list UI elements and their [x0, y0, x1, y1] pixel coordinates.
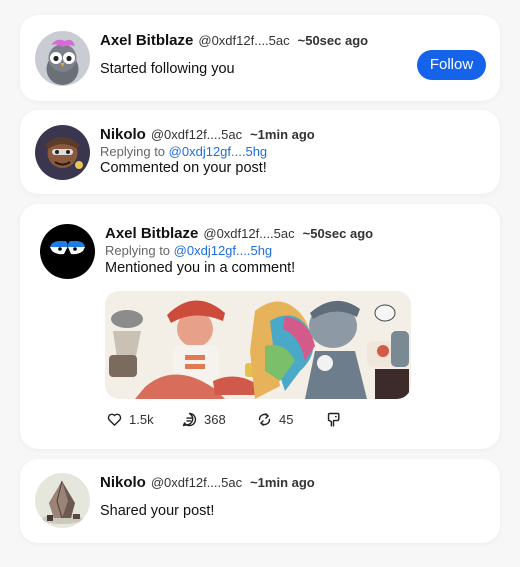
heart-icon	[107, 413, 122, 426]
follow-button[interactable]: Follow	[417, 50, 486, 80]
notification-card-follow[interactable]: Axel Bitblaze @0xdf12f....5ac ~50sec ago S…	[20, 15, 500, 101]
timestamp: ~1min ago	[250, 475, 315, 490]
timestamp: ~50sec ago	[302, 226, 374, 241]
notification-header: Nikolo @0xdf12f....5ac ~1min ago	[100, 475, 315, 491]
tip-icon	[327, 412, 340, 427]
like-button[interactable]: 1.5k	[106, 411, 154, 428]
notification-message: Started following you	[100, 61, 235, 77]
notification-header: Axel Bitblaze @0xdf12f....5ac ~50sec ago	[100, 33, 368, 49]
user-name[interactable]: Axel Bitblaze	[105, 225, 198, 242]
replying-to-label: Replying to	[100, 144, 166, 159]
user-name[interactable]: Axel Bitblaze	[100, 32, 193, 49]
notification-message: Commented on your post!	[100, 160, 267, 176]
replying-to: Replying to @0xdj12gf....5hg	[105, 244, 272, 257]
avatar-axel-goggles[interactable]	[40, 224, 95, 279]
replying-to-handle-link[interactable]: @0xdj12gf....5hg	[174, 243, 272, 258]
replying-to-handle-link[interactable]: @0xdj12gf....5hg	[169, 144, 267, 159]
comment-icon	[182, 412, 197, 427]
notification-message: Mentioned you in a comment!	[105, 260, 296, 276]
user-name[interactable]: Nikolo	[100, 474, 146, 491]
post-illustration-image[interactable]	[105, 291, 411, 399]
notification-card-comment[interactable]: Nikolo @0xdf12f....5ac ~1min ago Replying …	[20, 110, 500, 194]
comment-button[interactable]: 368	[181, 411, 226, 428]
avatar-axel-owl[interactable]	[35, 31, 90, 86]
timestamp: ~1min ago	[250, 127, 315, 142]
user-handle[interactable]: @0xdf12f....5ac	[203, 226, 294, 241]
user-handle[interactable]: @0xdf12f....5ac	[151, 127, 242, 142]
repost-count: 45	[279, 412, 294, 427]
like-count: 1.5k	[129, 412, 154, 427]
user-handle[interactable]: @0xdf12f....5ac	[151, 475, 242, 490]
notification-card-mention[interactable]: Axel Bitblaze @0xdf12f....5ac ~50sec ago R…	[20, 204, 500, 449]
user-handle[interactable]: @0xdf12f....5ac	[198, 33, 289, 48]
notification-header: Nikolo @0xdf12f....5ac ~1min ago	[100, 127, 315, 143]
comment-count: 368	[204, 412, 226, 427]
notification-card-share[interactable]: Nikolo @0xdf12f....5ac ~1min ago Shared yo…	[20, 459, 500, 543]
replying-to: Replying to @0xdj12gf....5hg	[100, 145, 267, 158]
notification-header: Axel Bitblaze @0xdf12f....5ac ~50sec ago	[105, 226, 373, 242]
repost-button[interactable]: 45	[256, 411, 293, 428]
timestamp: ~50sec ago	[297, 33, 369, 48]
avatar-nikolo-crystal[interactable]	[35, 473, 90, 528]
notification-message: Shared your post!	[100, 503, 215, 519]
tip-button[interactable]	[325, 411, 348, 428]
repost-icon	[258, 413, 271, 426]
replying-to-label: Replying to	[105, 243, 171, 258]
user-name[interactable]: Nikolo	[100, 126, 146, 143]
avatar-nikolo-character[interactable]	[35, 125, 90, 180]
